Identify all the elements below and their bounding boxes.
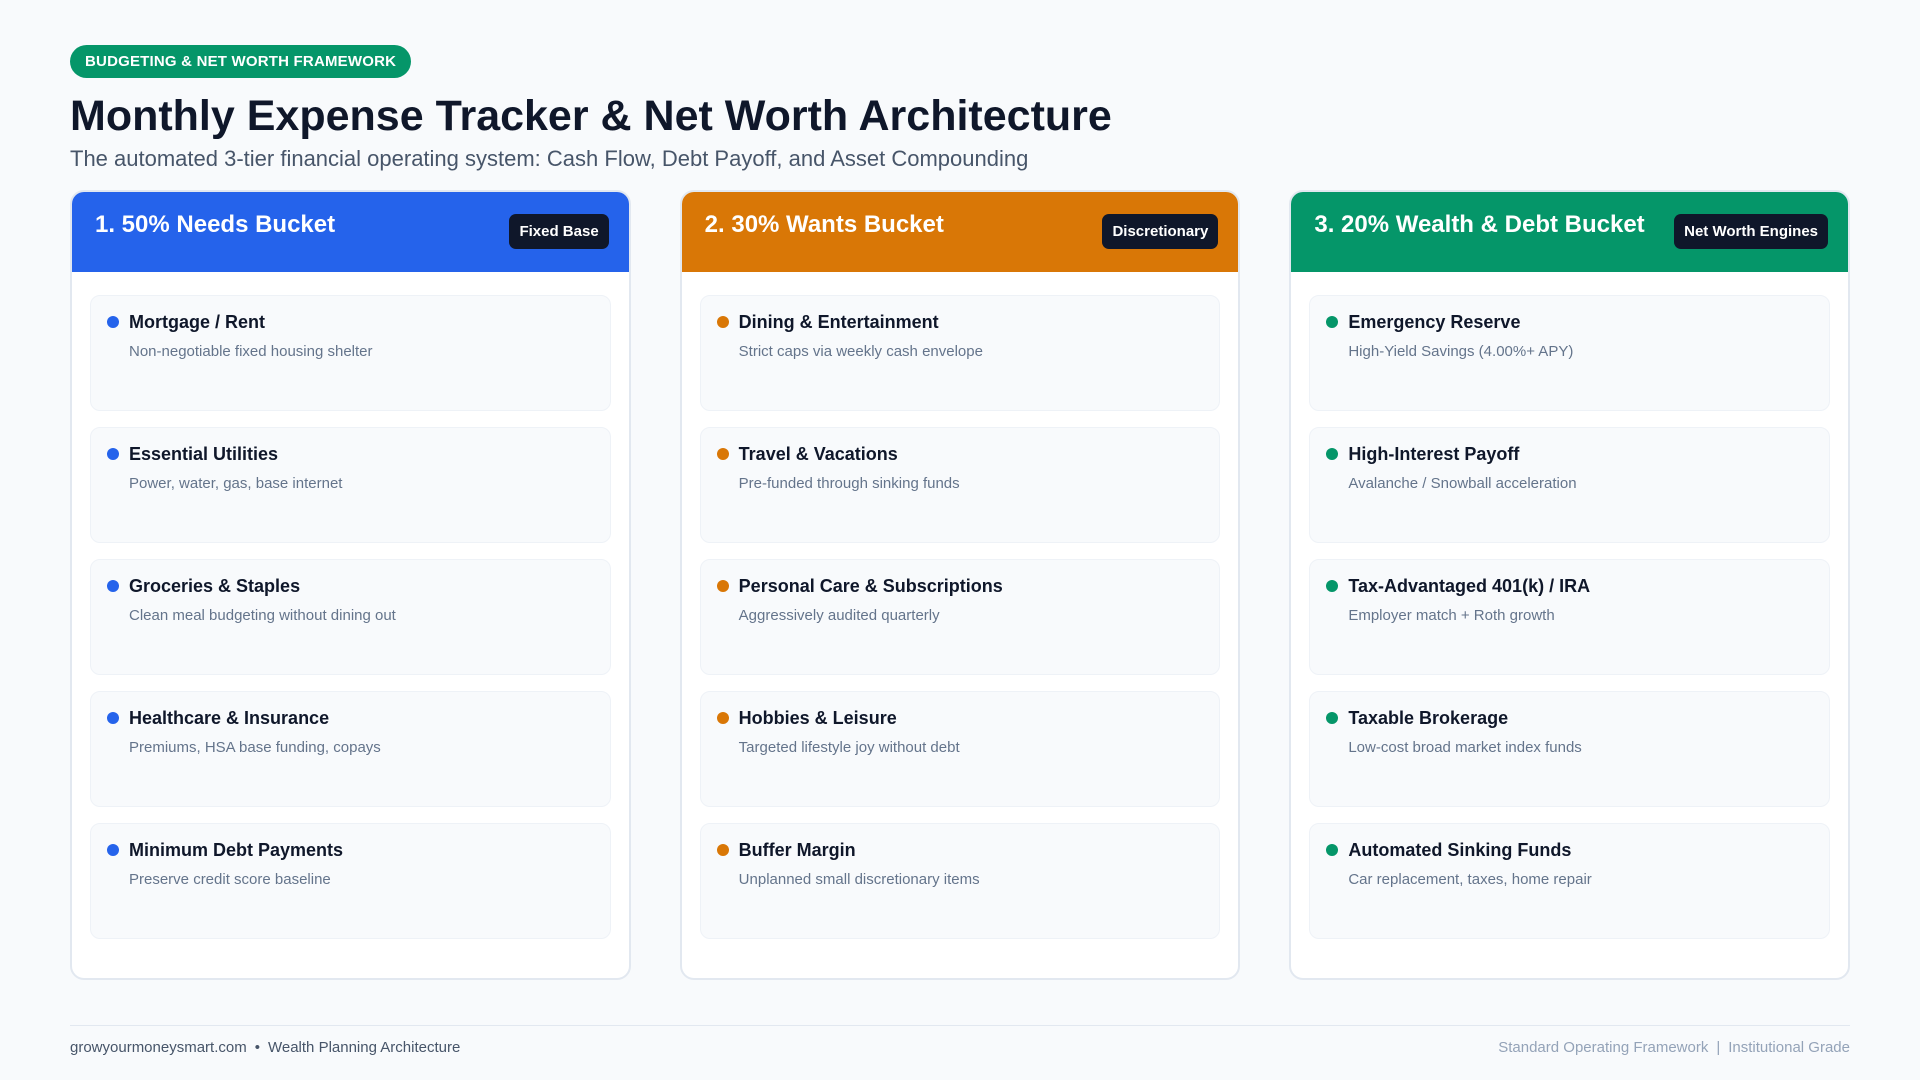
item-description: Clean meal budgeting without dining out xyxy=(129,607,396,624)
bucket-columns: 1. 50% Needs Bucket Fixed Base Mortgage … xyxy=(70,190,1851,980)
bullet-dot-icon xyxy=(1326,448,1339,460)
bullet-dot-icon xyxy=(716,580,729,592)
item-description: Preserve credit score baseline xyxy=(129,871,331,888)
item-title: Minimum Debt Payments xyxy=(129,840,344,860)
item-title: High-Interest Payoff xyxy=(1348,444,1520,464)
footer-grade: Institutional Grade xyxy=(1728,1039,1850,1056)
page-subtitle: The automated 3-tier financial operating… xyxy=(70,146,1029,171)
item-title: Personal Care & Subscriptions xyxy=(738,576,1003,596)
item-title: Groceries & Staples xyxy=(129,576,301,596)
bullet-dot-icon xyxy=(1326,580,1339,592)
needs-bucket-card: 1. 50% Needs Bucket Fixed Base Mortgage … xyxy=(70,190,631,980)
bullet-dot-icon xyxy=(107,712,119,724)
item-description: Targeted lifestyle joy without debt xyxy=(738,739,960,756)
list-item: Dining & Entertainment Strict caps via w… xyxy=(699,295,1221,411)
needs-bucket-title: 1. 50% Needs Bucket xyxy=(95,211,336,238)
wealth-bucket-header: 3. 20% Wealth & Debt Bucket Net Worth En… xyxy=(1291,192,1849,272)
footer-left: growyourmoneysmart.com • Wealth Planning A… xyxy=(70,1039,460,1056)
wants-bucket-card: 2. 30% Wants Bucket Discretionary Dining… xyxy=(679,190,1241,980)
item-title: Hobbies & Leisure xyxy=(738,708,897,728)
wealth-bucket-list: Emergency Reserve High-Yield Savings (4.… xyxy=(1291,272,1848,939)
item-title: Healthcare & Insurance xyxy=(129,708,330,728)
item-description: Premiums, HSA base funding, copays xyxy=(129,739,381,756)
bullet-dot-icon xyxy=(1326,316,1339,328)
item-title: Mortgage / Rent xyxy=(129,312,266,332)
list-item: Essential Utilities Power, water, gas, b… xyxy=(90,427,611,543)
footer-framework: Standard Operating Framework xyxy=(1498,1039,1709,1056)
eyebrow-badge: BUDGETING & NET WORTH FRAMEWORK xyxy=(70,45,412,78)
footer-bullet: • xyxy=(254,1039,260,1056)
wants-bucket-badge: Discretionary xyxy=(1102,214,1219,249)
list-item: Groceries & Staples Clean meal budgeting… xyxy=(90,559,611,675)
bullet-dot-icon xyxy=(716,844,729,856)
bullet-dot-icon xyxy=(107,580,119,592)
list-item: Buffer Margin Unplanned small discretion… xyxy=(699,823,1221,939)
list-item: Minimum Debt Payments Preserve credit sc… xyxy=(90,823,611,939)
item-title: Automated Sinking Funds xyxy=(1348,840,1572,860)
page: BUDGETING & NET WORTH FRAMEWORK Monthly … xyxy=(70,45,1851,980)
page-footer: growyourmoneysmart.com • Wealth Planning A… xyxy=(70,1025,1850,1056)
bullet-dot-icon xyxy=(1326,712,1339,724)
bullet-dot-icon xyxy=(1326,844,1339,856)
item-description: Non-negotiable fixed housing shelter xyxy=(129,343,373,360)
item-description: Aggressively audited quarterly xyxy=(738,607,940,624)
item-description: Pre-funded through sinking funds xyxy=(738,475,960,492)
list-item: High-Interest Payoff Avalanche / Snowbal… xyxy=(1309,427,1831,543)
list-item: Taxable Brokerage Low-cost broad market … xyxy=(1309,691,1831,807)
footer-tagline: Wealth Planning Architecture xyxy=(267,1039,461,1056)
list-item: Personal Care & Subscriptions Aggressive… xyxy=(699,559,1221,675)
list-item: Automated Sinking Funds Car replacement,… xyxy=(1309,823,1831,939)
item-title: Dining & Entertainment xyxy=(738,312,939,332)
list-item: Hobbies & Leisure Targeted lifestyle joy… xyxy=(699,691,1221,807)
footer-site: growyourmoneysmart.com xyxy=(70,1039,247,1056)
list-item: Mortgage / Rent Non-negotiable fixed hou… xyxy=(90,295,611,411)
wants-bucket-title: 2. 30% Wants Bucket xyxy=(704,211,944,238)
list-item: Tax-Advantaged 401(k) / IRA Employer mat… xyxy=(1309,559,1831,675)
bullet-dot-icon xyxy=(107,844,119,856)
bullet-dot-icon xyxy=(716,316,729,328)
bullet-dot-icon xyxy=(107,448,119,460)
item-title: Travel & Vacations xyxy=(738,444,898,464)
item-description: Car replacement, taxes, home repair xyxy=(1348,871,1592,888)
item-description: Power, water, gas, base internet xyxy=(129,475,343,492)
item-title: Tax-Advantaged 401(k) / IRA xyxy=(1348,576,1591,596)
wealth-bucket-title: 3. 20% Wealth & Debt Bucket xyxy=(1314,211,1645,238)
item-description: Unplanned small discretionary items xyxy=(738,871,980,888)
wealth-bucket-badge: Net Worth Engines xyxy=(1674,214,1829,249)
needs-bucket-header: 1. 50% Needs Bucket Fixed Base xyxy=(72,192,629,272)
item-title: Buffer Margin xyxy=(738,840,856,860)
list-item: Travel & Vacations Pre-funded through si… xyxy=(699,427,1221,543)
item-description: Employer match + Roth growth xyxy=(1348,607,1555,624)
item-description: Strict caps via weekly cash envelope xyxy=(738,343,983,360)
wants-bucket-list: Dining & Entertainment Strict caps via w… xyxy=(682,272,1239,939)
needs-bucket-list: Mortgage / Rent Non-negotiable fixed hou… xyxy=(72,272,629,939)
bullet-dot-icon xyxy=(716,448,729,460)
footer-right: Standard Operating Framework | Institution… xyxy=(1498,1039,1850,1056)
list-item: Emergency Reserve High-Yield Savings (4.… xyxy=(1309,295,1831,411)
needs-bucket-badge: Fixed Base xyxy=(509,214,609,249)
bullet-dot-icon xyxy=(716,712,729,724)
item-description: Low-cost broad market index funds xyxy=(1348,739,1582,756)
item-title: Essential Utilities xyxy=(129,444,279,464)
item-description: High-Yield Savings (4.00%+ APY) xyxy=(1348,343,1574,360)
bullet-dot-icon xyxy=(107,316,119,328)
wealth-bucket-card: 3. 20% Wealth & Debt Bucket Net Worth En… xyxy=(1289,190,1851,980)
wants-bucket-header: 2. 30% Wants Bucket Discretionary xyxy=(681,192,1239,272)
item-title: Emergency Reserve xyxy=(1348,312,1521,332)
item-title: Taxable Brokerage xyxy=(1348,708,1509,728)
item-description: Avalanche / Snowball acceleration xyxy=(1348,475,1577,492)
page-title: Monthly Expense Tracker & Net Worth Arch… xyxy=(70,92,1112,140)
footer-divider: | xyxy=(1716,1039,1721,1056)
list-item: Healthcare & Insurance Premiums, HSA bas… xyxy=(90,691,611,807)
